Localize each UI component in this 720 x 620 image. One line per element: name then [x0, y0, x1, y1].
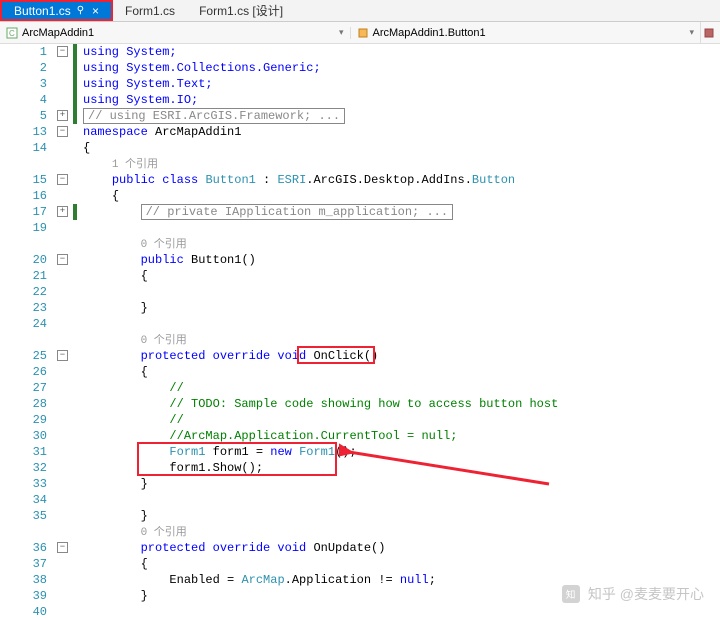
member-dropdown[interactable] [700, 22, 720, 43]
line-number: 17 [0, 204, 47, 220]
change-marker [73, 44, 77, 124]
method-icon [703, 27, 715, 39]
fold-toggle[interactable]: + [57, 206, 68, 217]
line-number [0, 156, 47, 172]
svg-text:C: C [9, 29, 15, 38]
pin-icon[interactable]: ⚲ [77, 5, 84, 16]
class-icon [357, 27, 369, 39]
line-number: 30 [0, 428, 47, 444]
line-number: 25 [0, 348, 47, 364]
fold-toggle[interactable]: + [57, 110, 68, 121]
collapsed-region[interactable]: // using ESRI.ArcGIS.Framework; ... [83, 108, 345, 124]
close-icon[interactable]: × [92, 4, 99, 18]
project-dropdown[interactable]: C ArcMapAddin1 ▾ [0, 27, 351, 39]
line-number: 23 [0, 300, 47, 316]
line-number: 20 [0, 252, 47, 268]
codelens-references[interactable]: 1 个引用 [112, 159, 158, 171]
line-number: 31 [0, 444, 47, 460]
line-number: 14 [0, 140, 47, 156]
line-number: 40 [0, 604, 47, 620]
tab-form1-design[interactable]: Form1.cs [设计] [187, 0, 295, 21]
line-number: 5 [0, 108, 47, 124]
line-number: 21 [0, 268, 47, 284]
line-number [0, 236, 47, 252]
line-number: 4 [0, 92, 47, 108]
line-number: 15 [0, 172, 47, 188]
line-number: 16 [0, 188, 47, 204]
navigation-bar: C ArcMapAddin1 ▾ ArcMapAddin1.Button1 ▾ [0, 22, 720, 44]
line-number: 36 [0, 540, 47, 556]
class-name: ArcMapAddin1.Button1 [373, 27, 486, 39]
line-number: 35 [0, 508, 47, 524]
line-number [0, 524, 47, 540]
svg-text:知: 知 [566, 588, 576, 601]
codelens-references[interactable]: 0 个引用 [141, 527, 187, 539]
line-number-gutter: 1 2 3 4 5 13 14 15 16 17 19 20 21 22 23 … [0, 44, 55, 620]
zhihu-icon: 知 [562, 585, 580, 603]
line-number: 29 [0, 412, 47, 428]
tab-label: Form1.cs [125, 4, 175, 18]
collapsed-region[interactable]: // private IApplication m_application; .… [141, 204, 453, 220]
line-number: 26 [0, 364, 47, 380]
fold-toggle[interactable]: − [57, 126, 68, 137]
line-number: 34 [0, 492, 47, 508]
line-number: 19 [0, 220, 47, 236]
codelens-references[interactable]: 0 个引用 [141, 239, 187, 251]
csharp-project-icon: C [6, 27, 18, 39]
line-number: 38 [0, 572, 47, 588]
fold-toggle[interactable]: − [57, 542, 68, 553]
line-number: 13 [0, 124, 47, 140]
line-number: 32 [0, 460, 47, 476]
code-editor[interactable]: 1 2 3 4 5 13 14 15 16 17 19 20 21 22 23 … [0, 44, 720, 620]
tab-label: Form1.cs [设计] [199, 2, 283, 19]
class-dropdown[interactable]: ArcMapAddin1.Button1 ▾ [351, 27, 701, 39]
chevron-down-icon: ▾ [339, 27, 344, 38]
code-area[interactable]: using System; using System.Collections.G… [79, 44, 720, 620]
fold-toggle[interactable]: − [57, 254, 68, 265]
tab-button1-cs[interactable]: Button1.cs ⚲ × [0, 0, 113, 21]
tab-label: Button1.cs [14, 4, 71, 18]
tab-form1-cs[interactable]: Form1.cs [113, 0, 187, 21]
codelens-references[interactable]: 0 个引用 [141, 335, 187, 347]
line-number: 22 [0, 284, 47, 300]
fold-toggle[interactable]: − [57, 350, 68, 361]
line-number: 39 [0, 588, 47, 604]
line-number: 33 [0, 476, 47, 492]
tab-bar: Button1.cs ⚲ × Form1.cs Form1.cs [设计] [0, 0, 720, 22]
line-number: 1 [0, 44, 47, 60]
chevron-down-icon: ▾ [689, 27, 694, 38]
change-marker [73, 204, 77, 220]
watermark: 知 知乎 @麦麦要开心 [562, 584, 704, 604]
line-number: 37 [0, 556, 47, 572]
line-number: 3 [0, 76, 47, 92]
project-name: ArcMapAddin1 [22, 27, 94, 39]
fold-gutter: − + − − + − − − [55, 44, 73, 620]
line-number: 28 [0, 396, 47, 412]
watermark-text: 知乎 @麦麦要开心 [588, 584, 704, 604]
line-number [0, 332, 47, 348]
line-number: 27 [0, 380, 47, 396]
fold-toggle[interactable]: − [57, 174, 68, 185]
line-number: 24 [0, 316, 47, 332]
line-number: 2 [0, 60, 47, 76]
fold-toggle[interactable]: − [57, 46, 68, 57]
